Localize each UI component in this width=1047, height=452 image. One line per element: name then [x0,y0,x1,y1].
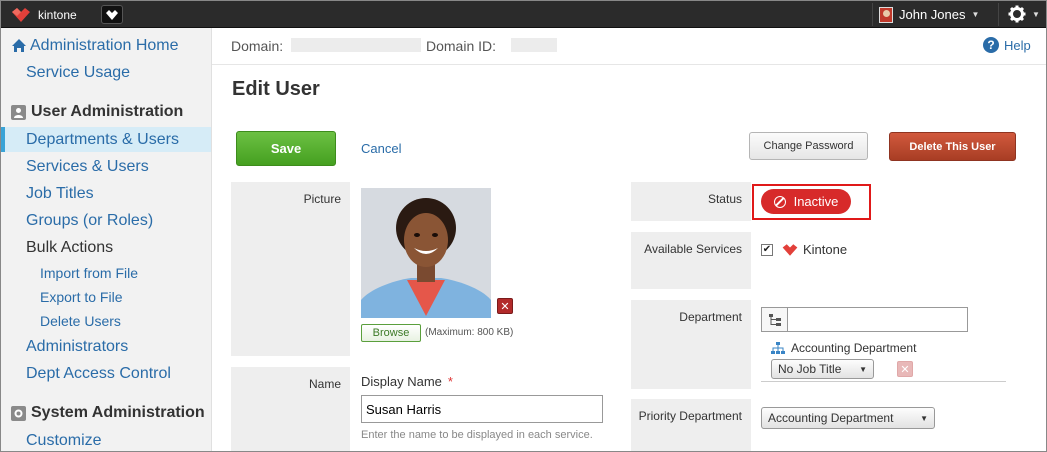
service-kintone: ✔ Kintone [761,242,847,257]
sidebar-item-dept-access-control[interactable]: Dept Access Control [1,361,211,386]
user-administration-heading: User Administration [11,100,183,124]
org-tree-icon[interactable] [762,308,788,331]
department-search-field[interactable] [761,307,968,332]
sidebar-item-bulk-actions: Bulk Actions [1,235,211,260]
chevron-down-icon: ▼ [859,364,867,374]
sidebar-item-label: Export to File [40,288,123,305]
top-bar: kintone John Jones ▼ ▼ [1,1,1046,28]
close-icon: ✕ [900,363,910,376]
chevron-down-icon: ▼ [971,10,980,19]
system-administration-heading: System Administration [11,401,205,425]
remove-department-button[interactable]: ✕ [897,361,913,377]
domain-bar: Domain: Domain ID: ? Help [212,28,1046,65]
settings-menu[interactable]: ▼ [1008,5,1040,23]
divider [872,3,873,26]
display-name-label: Display Name * [361,374,453,389]
sidebar-item-job-titles[interactable]: Job Titles [1,181,211,206]
remove-photo-button[interactable]: ✕ [497,298,513,314]
priority-department-select[interactable]: Accounting Department ▼ [761,407,935,429]
department-label: Department [631,300,751,389]
sidebar-item-departments-users[interactable]: Departments & Users [1,127,211,152]
help-icon: ? [983,37,999,53]
browse-button[interactable]: Browse [361,324,421,342]
sidebar-item-customize[interactable]: Customize [1,428,211,451]
status-value: Inactive [793,194,839,209]
gear-icon [11,405,26,421]
service-name: Kintone [803,242,848,257]
sidebar-item-label: Customize [26,431,102,449]
service-checkbox[interactable]: ✔ [761,243,773,256]
kintone-logo-icon [782,243,798,256]
chevron-down-icon: ▼ [1032,9,1040,19]
status-label: Status [631,182,751,221]
display-name-hint: Enter the name to be displayed in each s… [361,429,593,441]
domain-id-label: Domain ID: [426,38,497,54]
sidebar-item-label: Groups (or Roles) [26,211,154,229]
gear-icon [1008,5,1026,23]
sidebar-item-label: Administration Home [30,36,179,54]
name-label: Name [231,367,350,451]
sidebar-item-service-usage[interactable]: Service Usage [1,60,211,85]
department-item: Accounting Department [771,341,916,355]
sidebar-item-label: Services & Users [26,157,149,175]
job-title-select[interactable]: No Job Title ▼ [771,359,874,379]
profile-photo [361,188,491,318]
avatar [879,6,893,23]
sidebar-item-label: Service Usage [26,63,131,81]
available-services-label: Available Services [631,232,751,289]
sidebar: Administration Home Service Usage User A… [1,28,212,451]
help-link[interactable]: ? Help [983,37,1031,53]
kintone-logo[interactable]: kintone [10,6,77,23]
delete-user-button[interactable]: Delete This User [889,132,1016,161]
kintone-logo-icon [12,7,30,22]
divider [761,381,1006,382]
department-name: Accounting Department [791,341,917,355]
close-icon: ✕ [500,300,510,313]
domain-label: Domain: [231,38,284,54]
ban-icon [773,195,786,208]
sidebar-item-delete-users[interactable]: Delete Users [1,308,211,333]
sidebar-item-administrators[interactable]: Administrators [1,334,211,359]
max-size-note: (Maximum: 800 KB) [425,327,514,338]
sidebar-item-import-from-file[interactable]: Import from File [1,260,211,285]
user-icon [11,104,26,120]
display-name-input[interactable] [361,395,603,423]
sidebar-item-export-to-file[interactable]: Export to File [1,284,211,309]
app-window: kintone John Jones ▼ ▼ Administration Ho… [0,0,1047,452]
divider [998,3,999,26]
priority-department-label: Priority Department [631,399,751,451]
sidebar-item-label: Bulk Actions [26,238,114,256]
status-toggle[interactable]: Inactive [761,189,851,214]
sidebar-item-label: Departments & Users [26,130,179,148]
domain-id-value-redacted [511,38,557,52]
sidebar-item-label: Dept Access Control [26,364,171,382]
page-title: Edit User [232,78,320,100]
cancel-link[interactable]: Cancel [361,141,401,156]
picture-label: Picture [231,182,350,356]
department-icon [771,342,785,354]
chevron-down-icon: ▼ [920,413,928,423]
domain-value-redacted [291,38,421,52]
sidebar-item-services-users[interactable]: Services & Users [1,154,211,179]
home-icon [12,39,26,52]
apps-menu-icon[interactable] [101,5,123,24]
required-mark: * [447,374,453,389]
sidebar-item-label: Delete Users [40,312,121,329]
change-password-button[interactable]: Change Password [749,132,868,160]
sidebar-item-administration-home[interactable]: Administration Home [1,33,211,58]
user-menu[interactable]: John Jones ▼ [879,4,979,25]
sidebar-item-label: Job Titles [26,184,94,202]
sidebar-item-label: Administrators [26,337,129,355]
save-button[interactable]: Save [236,131,336,166]
sidebar-item-label: Import from File [40,264,139,281]
user-name: John Jones [899,7,966,22]
sidebar-item-groups[interactable]: Groups (or Roles) [1,208,211,233]
app-name: kintone [38,7,77,22]
